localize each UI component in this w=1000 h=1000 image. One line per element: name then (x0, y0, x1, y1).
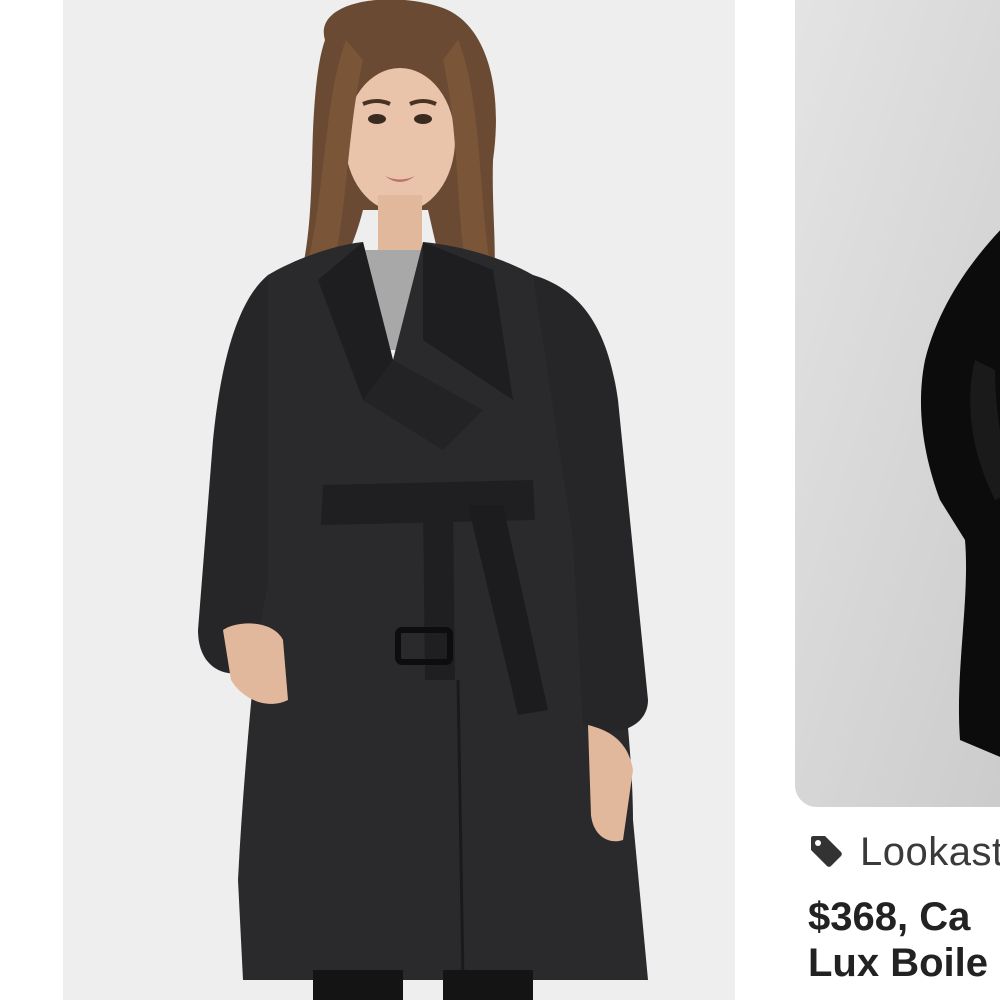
product-photo[interactable] (63, 0, 735, 1000)
product-title[interactable]: $368, Ca Lux Boile (808, 894, 1000, 986)
product-card-main[interactable] (63, 0, 735, 1000)
product-title-line-2: Lux Boile (808, 941, 989, 985)
source-row: Lookastic (808, 828, 1000, 876)
source-name: Lookastic (860, 829, 1000, 874)
results-grid: Lookastic $368, Ca Lux Boile (0, 0, 1000, 1000)
product-photo-secondary[interactable] (795, 0, 1000, 807)
product-title-line-1: $368, Ca (808, 895, 971, 939)
price-tag-icon (811, 836, 842, 867)
product-card-secondary[interactable] (795, 0, 1000, 807)
product-caption-secondary[interactable]: Lookastic $368, Ca Lux Boile (808, 828, 1000, 986)
